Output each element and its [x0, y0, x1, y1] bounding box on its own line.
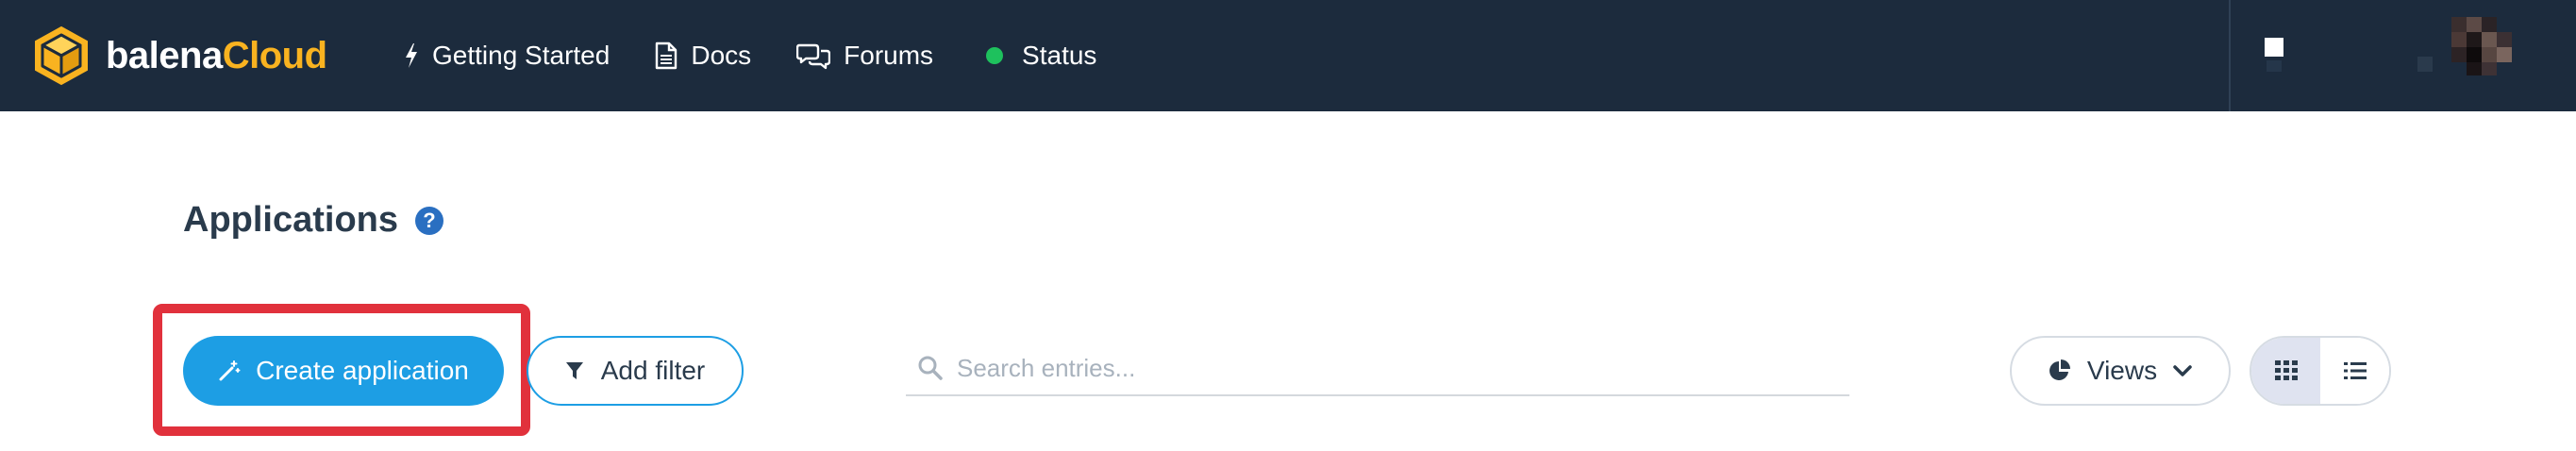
document-icon: [656, 42, 677, 70]
nav-docs[interactable]: Docs: [655, 41, 751, 71]
chat-bubbles-icon: [796, 43, 831, 70]
nav-status[interactable]: Status: [979, 41, 1096, 71]
filter-icon: [565, 362, 583, 379]
topbar-divider: [2229, 0, 2231, 111]
list-view-button[interactable]: [2320, 338, 2389, 404]
brand-name-part1: balena: [106, 34, 223, 76]
search-icon: [918, 356, 943, 380]
magic-wand-icon: [219, 360, 241, 381]
main-nav: Getting Started Docs Forums Status: [404, 0, 1142, 111]
status-dot-icon: [986, 47, 1004, 64]
grid-icon: [2274, 360, 2298, 380]
balena-cube-icon: [35, 25, 88, 86]
help-icon[interactable]: ?: [415, 206, 444, 235]
create-application-button[interactable]: Create application: [183, 336, 504, 406]
nav-label: Status: [1022, 41, 1097, 70]
brand-name-part2: Cloud: [222, 34, 327, 76]
username-blur: [2417, 57, 2433, 72]
search-input[interactable]: [957, 347, 1834, 389]
top-navigation-bar: balenaCloud Getting Started Docs Forums …: [0, 0, 2576, 111]
nav-label: Docs: [691, 41, 752, 70]
user-menu[interactable]: [2246, 0, 2576, 111]
nav-label: Getting Started: [432, 41, 611, 70]
avatar[interactable]: [2451, 17, 2512, 79]
bolt-icon: [406, 43, 417, 68]
list-icon: [2343, 362, 2367, 379]
views-dropdown-button[interactable]: Views: [2010, 336, 2231, 406]
chevron-down-icon: [2173, 365, 2192, 376]
views-label: Views: [2086, 356, 2158, 385]
add-filter-button[interactable]: Add filter: [527, 336, 744, 406]
org-indicator-shadow: [2267, 60, 2282, 72]
nav-label: Forums: [844, 41, 934, 70]
grid-view-button[interactable]: [2251, 338, 2320, 404]
view-mode-toggle: [2250, 336, 2391, 406]
search-bar: [906, 342, 1849, 396]
pie-chart-icon: [2049, 359, 2070, 380]
nav-forums[interactable]: Forums: [796, 41, 933, 71]
add-filter-label: Add filter: [600, 356, 706, 385]
org-indicator: [2265, 38, 2283, 57]
page-title: Applications: [183, 200, 399, 240]
create-application-label: Create application: [256, 356, 469, 385]
brand-logo-link[interactable]: balenaCloud: [34, 23, 327, 89]
brand-wordmark: balenaCloud: [106, 35, 327, 77]
nav-getting-started[interactable]: Getting Started: [404, 41, 610, 71]
page-header: Applications ?: [183, 200, 444, 241]
